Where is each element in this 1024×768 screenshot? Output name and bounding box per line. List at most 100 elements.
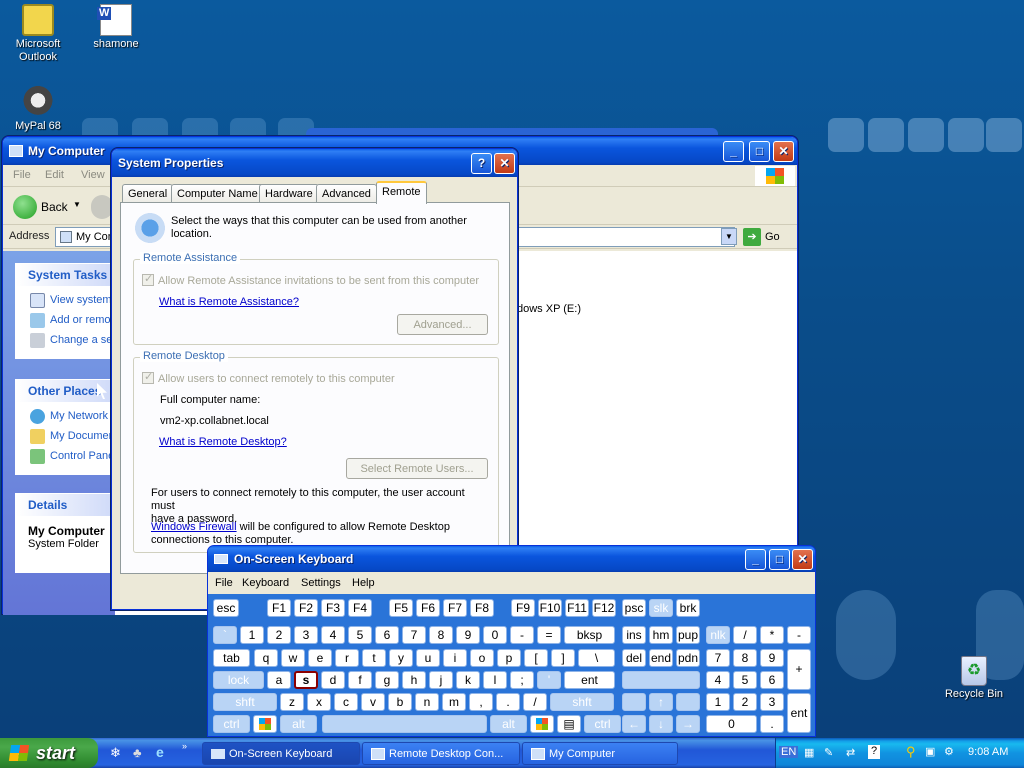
key-np_ent[interactable]: ent [787, 693, 811, 733]
key-del[interactable]: del [622, 649, 646, 667]
quicklaunch-raccoon-icon[interactable]: ♣ [133, 745, 142, 760]
menu-file[interactable]: File [13, 169, 31, 181]
tab-hardware[interactable]: Hardware [259, 184, 319, 203]
drive-label[interactable]: dows XP (E:) [517, 303, 581, 315]
key-f12[interactable]: F12 [592, 599, 616, 617]
system-properties-dialog[interactable]: System Properties ? ✕ General Computer N… [111, 148, 518, 610]
allow-remote-desktop-checkbox[interactable]: Allow users to connect remotely to this … [142, 370, 395, 385]
back-button[interactable]: Back [41, 200, 68, 214]
key-h[interactable]: h [402, 671, 426, 689]
key-f4[interactable]: F4 [348, 599, 372, 617]
key-n5[interactable]: 5 [348, 626, 372, 644]
key-ctrl[interactable]: ctrl [213, 715, 250, 733]
task-remote-desktop[interactable]: Remote Desktop Con... [362, 742, 520, 765]
key-np8[interactable]: 8 [733, 649, 757, 667]
key-pdn[interactable]: pdn [676, 649, 700, 667]
key-np1[interactable]: 1 [706, 693, 730, 711]
key-g[interactable]: g [375, 671, 399, 689]
start-button[interactable]: start [0, 738, 98, 768]
key-rshft[interactable]: shft [550, 693, 614, 711]
key-np9[interactable]: 9 [760, 649, 784, 667]
select-remote-users-button[interactable]: Select Remote Users... [346, 458, 488, 479]
key-f9[interactable]: F9 [511, 599, 535, 617]
key-minus[interactable]: - [510, 626, 534, 644]
close-button[interactable]: ✕ [792, 549, 813, 570]
key-n3[interactable]: 3 [294, 626, 318, 644]
key-hm[interactable]: hm [649, 626, 673, 644]
search-tray-icon[interactable]: ⚲ [906, 744, 916, 760]
key-f2[interactable]: F2 [294, 599, 318, 617]
tab-remote[interactable]: Remote [376, 181, 427, 204]
key-down[interactable]: ↓ [649, 715, 673, 733]
key-d[interactable]: d [321, 671, 345, 689]
key-q[interactable]: q [254, 649, 278, 667]
key-n1[interactable]: 1 [240, 626, 264, 644]
key-spacebar[interactable] [322, 715, 487, 733]
key-np_sub[interactable]: - [787, 626, 811, 644]
key-x[interactable]: x [307, 693, 331, 711]
key-backtick[interactable]: ` [213, 626, 237, 644]
key-f5[interactable]: F5 [389, 599, 413, 617]
osk-menu-keyboard[interactable]: Keyboard [242, 577, 289, 589]
key-np4[interactable]: 4 [706, 671, 730, 689]
key-np5[interactable]: 5 [733, 671, 757, 689]
network-tray-icon[interactable]: ▣ [925, 745, 935, 758]
maximize-button[interactable]: □ [749, 141, 770, 162]
key-f6[interactable]: F6 [416, 599, 440, 617]
key-winl[interactable] [253, 715, 277, 733]
key-s[interactable]: s [294, 671, 318, 689]
osk-menu-file[interactable]: File [215, 577, 233, 589]
key-c[interactable]: c [334, 693, 358, 711]
security-tray-icon[interactable]: ⚙ [944, 745, 954, 758]
key-menu[interactable]: ▤ [557, 715, 581, 733]
tab-general[interactable]: General [122, 184, 174, 203]
key-lock[interactable]: lock [213, 671, 264, 689]
key-np_mul[interactable]: * [760, 626, 784, 644]
key-psc[interactable]: psc [622, 599, 646, 617]
key-n8[interactable]: 8 [429, 626, 453, 644]
back-arrow-icon[interactable] [13, 195, 37, 219]
key-f7[interactable]: F7 [443, 599, 467, 617]
key-pup[interactable]: pup [676, 626, 700, 644]
key-f11[interactable]: F11 [565, 599, 589, 617]
key-n4[interactable]: 4 [321, 626, 345, 644]
key-e[interactable]: e [308, 649, 332, 667]
system-properties-titlebar[interactable]: System Properties ? ✕ [112, 149, 517, 177]
key-esc[interactable]: esc [213, 599, 239, 617]
address-dropdown-icon[interactable]: ▼ [721, 228, 737, 245]
key-np6[interactable]: 6 [760, 671, 784, 689]
key-n2[interactable]: 2 [267, 626, 291, 644]
key-ralt[interactable]: alt [490, 715, 527, 733]
desktop-icon-outlook[interactable]: Microsoft Outlook [0, 4, 76, 64]
quicklaunch-expand-icon[interactable]: » [182, 741, 187, 751]
key-f3[interactable]: F3 [321, 599, 345, 617]
desktop-icon-shamone[interactable]: W shamone [78, 4, 154, 51]
maximize-button[interactable]: □ [769, 549, 790, 570]
advanced-button[interactable]: Advanced... [397, 314, 488, 335]
key-z[interactable]: z [280, 693, 304, 711]
key-quote[interactable]: ' [537, 671, 561, 689]
back-dropdown-icon[interactable]: ▼ [73, 200, 81, 209]
desktop-icon-mypal[interactable]: MyPal 68 [0, 86, 76, 133]
on-screen-keyboard-window[interactable]: On-Screen Keyboard _ □ ✕ File Keyboard S… [207, 545, 816, 737]
menu-view[interactable]: View [81, 169, 105, 181]
key-bslash[interactable]: \ [578, 649, 615, 667]
key-u[interactable]: u [416, 649, 440, 667]
key-t[interactable]: t [362, 649, 386, 667]
key-winr[interactable] [530, 715, 554, 733]
key-j[interactable]: j [429, 671, 453, 689]
key-brk[interactable]: brk [676, 599, 700, 617]
key-a[interactable]: a [267, 671, 291, 689]
key-lbr[interactable]: [ [524, 649, 548, 667]
key-alt[interactable]: alt [280, 715, 317, 733]
language-indicator[interactable]: EN [779, 746, 799, 758]
key-end[interactable]: end [649, 649, 673, 667]
key-n0[interactable]: 0 [483, 626, 507, 644]
key-np3[interactable]: 3 [760, 693, 784, 711]
close-button[interactable]: ✕ [494, 153, 515, 174]
key-n[interactable]: n [415, 693, 439, 711]
key-m[interactable]: m [442, 693, 466, 711]
forward-arrow-icon[interactable] [91, 195, 113, 219]
what-is-remote-assistance-link[interactable]: What is Remote Assistance? [159, 296, 299, 308]
key-slash[interactable]: / [523, 693, 547, 711]
